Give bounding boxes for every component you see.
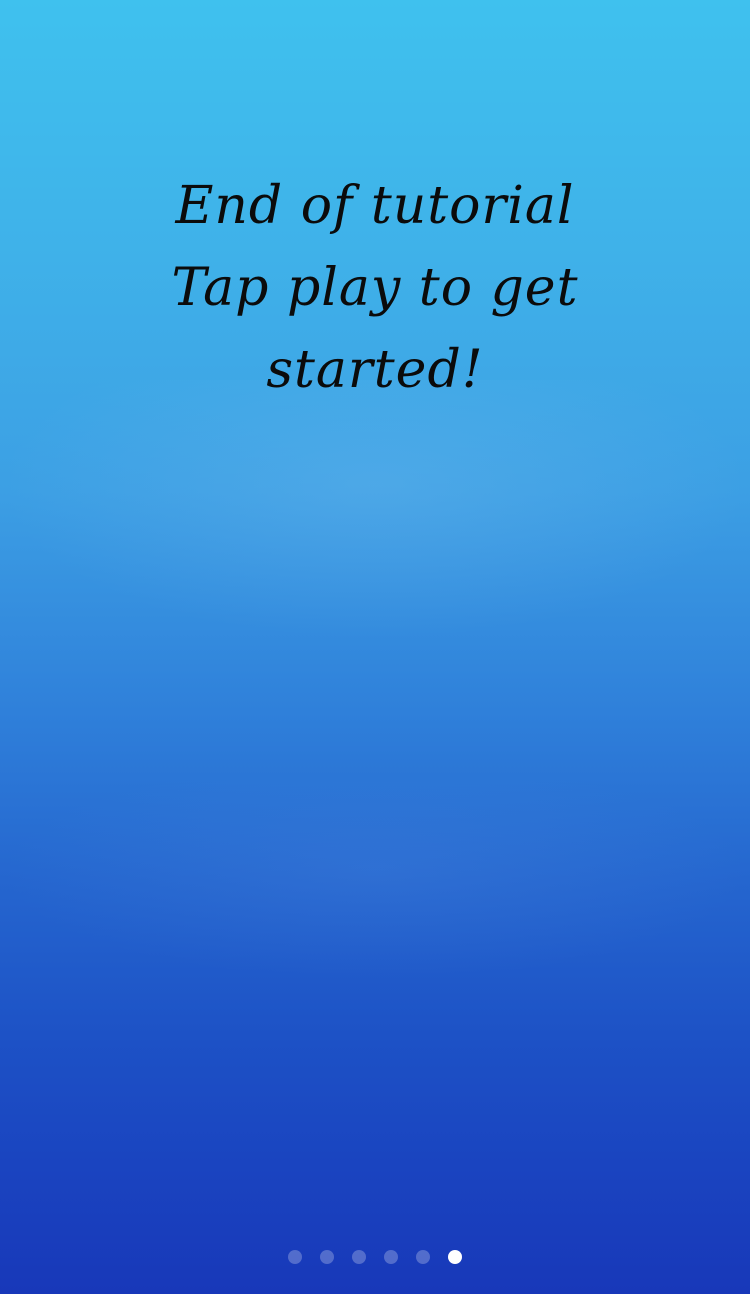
page-indicator [0, 1250, 750, 1264]
page-dot-5[interactable] [416, 1250, 430, 1264]
page-dot-2[interactable] [320, 1250, 334, 1264]
page-dot-6[interactable] [448, 1250, 462, 1264]
tutorial-message: End of tutorial Tap play to get started! [0, 165, 750, 411]
page-dot-3[interactable] [352, 1250, 366, 1264]
tutorial-line-1: End of tutorial [175, 176, 575, 236]
tutorial-line-2: Tap play to get [171, 258, 579, 318]
tutorial-screen: End of tutorial Tap play to get started! [0, 0, 750, 1294]
page-dot-1[interactable] [288, 1250, 302, 1264]
page-dot-4[interactable] [384, 1250, 398, 1264]
tutorial-line-3: started! [266, 340, 484, 400]
